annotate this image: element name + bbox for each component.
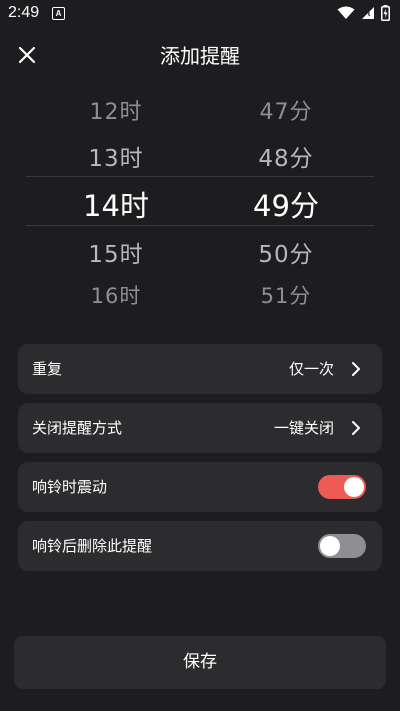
toggle-knob <box>344 477 364 497</box>
time-picker: 12时 13时 14时 15时 16时 47分 48分 49分 50分 51分 <box>0 84 400 308</box>
delete-after-ring-label: 响铃后删除此提醒 <box>32 537 153 555</box>
hour-option[interactable]: 13时 <box>36 139 196 173</box>
minute-option[interactable]: 48分 <box>206 139 366 173</box>
dismiss-method-row[interactable]: 关闭提醒方式 一键关闭 <box>18 403 382 453</box>
vibrate-label: 响铃时震动 <box>32 478 108 496</box>
hour-wheel[interactable]: 12时 13时 14时 15时 16时 <box>36 84 196 308</box>
repeat-row[interactable]: 重复 仅一次 <box>18 344 382 394</box>
chevron-right-icon <box>352 362 360 376</box>
repeat-value: 仅一次 <box>288 360 334 378</box>
minute-option[interactable]: 47分 <box>206 94 366 126</box>
minute-option-selected[interactable]: 49分 <box>206 183 366 225</box>
hour-option[interactable]: 12时 <box>36 94 196 126</box>
delete-after-ring-toggle[interactable] <box>318 534 366 558</box>
repeat-label: 重复 <box>32 360 63 378</box>
header: 添加提醒 <box>0 28 400 80</box>
delete-after-ring-row: 响铃后删除此提醒 <box>18 521 382 571</box>
status-icons <box>337 5 390 21</box>
dismiss-method-label: 关闭提醒方式 <box>32 419 123 437</box>
vibrate-toggle[interactable] <box>318 475 366 499</box>
page-title: 添加提醒 <box>160 44 240 68</box>
wifi-icon <box>337 6 355 19</box>
hour-option-selected[interactable]: 14时 <box>36 183 196 225</box>
notification-icon: A <box>52 7 65 20</box>
status-bar: 2:49 A <box>0 0 400 28</box>
minute-option[interactable]: 51分 <box>206 280 366 308</box>
minute-wheel[interactable]: 47分 48分 49分 50分 51分 <box>206 84 366 308</box>
toggle-knob <box>320 536 340 556</box>
minute-option[interactable]: 50分 <box>206 235 366 269</box>
signal-icon <box>362 7 374 19</box>
chevron-right-icon <box>352 421 360 435</box>
hour-option[interactable]: 16时 <box>36 280 196 308</box>
vibrate-row: 响铃时震动 <box>18 462 382 512</box>
status-time: 2:49 <box>8 4 40 21</box>
hour-option[interactable]: 15时 <box>36 235 196 269</box>
save-button[interactable]: 保存 <box>14 636 386 689</box>
dismiss-method-value: 一键关闭 <box>273 419 334 437</box>
battery-charging-icon <box>381 5 390 21</box>
